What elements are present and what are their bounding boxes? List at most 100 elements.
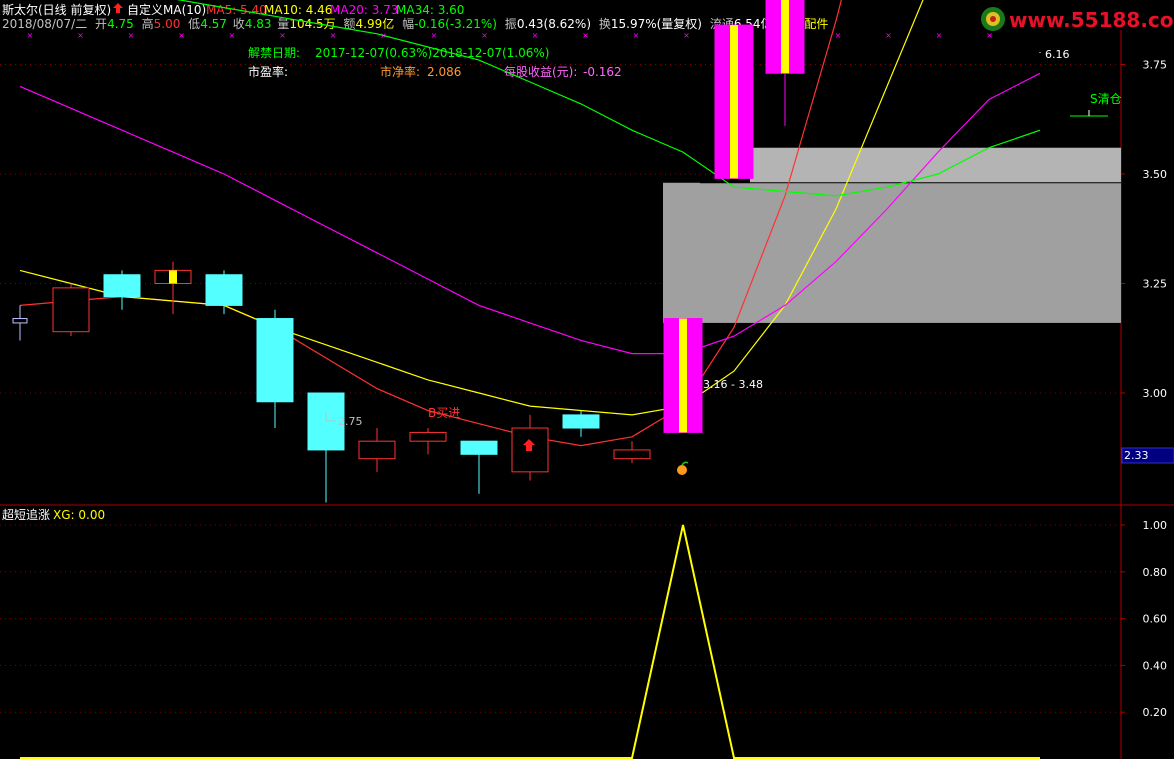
quote-line: 2018/08/07/二 开4.75 高5.00 低4.57 收4.83 量10…: [2, 16, 828, 31]
sub-y-tick-label: 0.40: [1143, 659, 1168, 672]
sub-chart[interactable]: 0.20 0.40 0.60 0.80 1.00: [0, 519, 1168, 759]
candle[interactable]: [52, 283, 90, 337]
candle-stripe: [679, 318, 687, 433]
ma20-label: MA20: 3.73: [330, 3, 398, 17]
top-marker: ×: [582, 31, 589, 40]
volume-label: 量: [277, 17, 289, 31]
open-label: 开: [95, 17, 107, 31]
top-marker: ×: [431, 31, 438, 40]
candle[interactable]: [307, 392, 345, 503]
close-value: 4.83: [245, 17, 272, 31]
main-chart[interactable]: ××××××××××××××××××××3.003.253.503.752.33: [0, 0, 1174, 759]
candle[interactable]: [663, 318, 703, 433]
candle[interactable]: [358, 428, 396, 472]
stock-name: 斯太尔(日线 前复权): [2, 2, 111, 17]
buy-signal-label: B买进: [428, 406, 460, 420]
candle-body: [460, 440, 498, 455]
ma10-label: MA10: 4.46: [264, 3, 332, 17]
candle-body: [12, 318, 28, 324]
open-value: 4.75: [107, 17, 134, 31]
top-marker: ×: [178, 31, 185, 40]
close-label: 收: [233, 17, 245, 31]
indicator-label: 自定义MA(10): [127, 2, 206, 17]
candle-body: [256, 318, 294, 403]
high-mark-label: 6.16: [1045, 48, 1070, 61]
orange-icon: [677, 465, 687, 475]
candle-stripe: [730, 25, 738, 179]
top-marker: ×: [77, 31, 84, 40]
turnover-label: 换: [599, 17, 611, 31]
top-marker: ×: [27, 31, 34, 40]
top-marker: ×: [330, 31, 337, 40]
low-mark-label: 2.75: [338, 415, 363, 428]
y-tick-label: 3.75: [1143, 59, 1168, 72]
range-label: 3.16 - 3.48: [703, 378, 763, 391]
candle[interactable]: [714, 24, 754, 179]
sub-y-tick-label: 0.80: [1143, 566, 1168, 579]
top-marker: ×: [532, 31, 539, 40]
up-arrow-icon: [113, 3, 123, 13]
candle-body: [358, 440, 396, 460]
top-marker: ×: [128, 31, 135, 40]
xg-label: XG: 0.00: [53, 508, 105, 522]
current-price-label: 2.33: [1124, 449, 1149, 462]
top-marker: ×: [279, 31, 286, 40]
logo-text: www.55188.com: [1009, 8, 1174, 32]
turnover-value: 15.97%(量复权): [611, 17, 702, 31]
unlock-label: 解禁日期:: [248, 46, 300, 60]
y-tick-label: 3.50: [1143, 168, 1168, 181]
pb-value: 2.086: [427, 65, 461, 79]
sub-y-tick-label: 0.20: [1143, 706, 1168, 719]
change-value: -0.16(-3.21%): [414, 17, 497, 31]
range-zone-top: [750, 147, 1121, 183]
ma34-label: MA34: 3.60: [396, 3, 464, 17]
amplitude-label: 振: [505, 17, 517, 31]
orange-leaf: [681, 461, 689, 466]
candle[interactable]: [613, 441, 651, 464]
high-value: 5.00: [154, 17, 181, 31]
sub-y-tick-label: 1.00: [1143, 519, 1168, 532]
candle[interactable]: [12, 305, 28, 341]
amplitude-value: 0.43(8.62%): [517, 17, 591, 31]
candle-body: [103, 274, 141, 298]
top-marker: ×: [229, 31, 236, 40]
y-tick-label: 3.25: [1143, 278, 1168, 291]
candle-stripe: [169, 270, 177, 284]
candle-body: [52, 287, 90, 333]
date: 2018/08/07/二: [2, 17, 87, 31]
high-label: 高: [142, 16, 154, 31]
change-label: 幅: [402, 16, 414, 31]
candle[interactable]: [765, 0, 805, 126]
eps-label: 每股收益(元):: [504, 64, 577, 79]
sub-y-tick-label: 0.60: [1143, 613, 1168, 626]
top-marker: ×: [683, 31, 690, 40]
eps-value: -0.162: [583, 65, 622, 79]
top-marker: ×: [986, 31, 993, 40]
candle[interactable]: [256, 309, 294, 429]
subchart-title: 超短追涨: [2, 507, 50, 522]
candle[interactable]: [460, 440, 498, 494]
amount-value: 4.99亿: [356, 16, 395, 31]
candle[interactable]: [154, 261, 192, 315]
candle[interactable]: [409, 428, 447, 455]
candle[interactable]: [103, 270, 141, 310]
candle-body: [562, 414, 600, 429]
low-value: 4.57: [200, 17, 227, 31]
top-marker: ×: [936, 31, 943, 40]
volume-value: 104.5万: [289, 17, 335, 31]
chart-root: 斯太尔(日线 前复权) 自定义MA(10) MA5: 5.40 MA10: 4.…: [0, 0, 1174, 759]
pb-label: 市净率:: [380, 64, 420, 79]
sell-signal-label: S清仓: [1090, 92, 1122, 106]
candle-body: [205, 274, 243, 306]
logo[interactable]: www.55188.com: [981, 7, 1174, 32]
candle[interactable]: [562, 410, 600, 437]
candle-body: [409, 431, 447, 442]
top-marker: ×: [633, 31, 640, 40]
pe-label: 市盈率:: [248, 64, 288, 79]
top-marker: ×: [481, 31, 488, 40]
low-label: 低: [188, 17, 200, 31]
candle-stripe: [781, 0, 789, 74]
xg-signal-line: [20, 524, 1040, 759]
candle[interactable]: [205, 270, 243, 315]
top-marker: ×: [885, 31, 892, 40]
